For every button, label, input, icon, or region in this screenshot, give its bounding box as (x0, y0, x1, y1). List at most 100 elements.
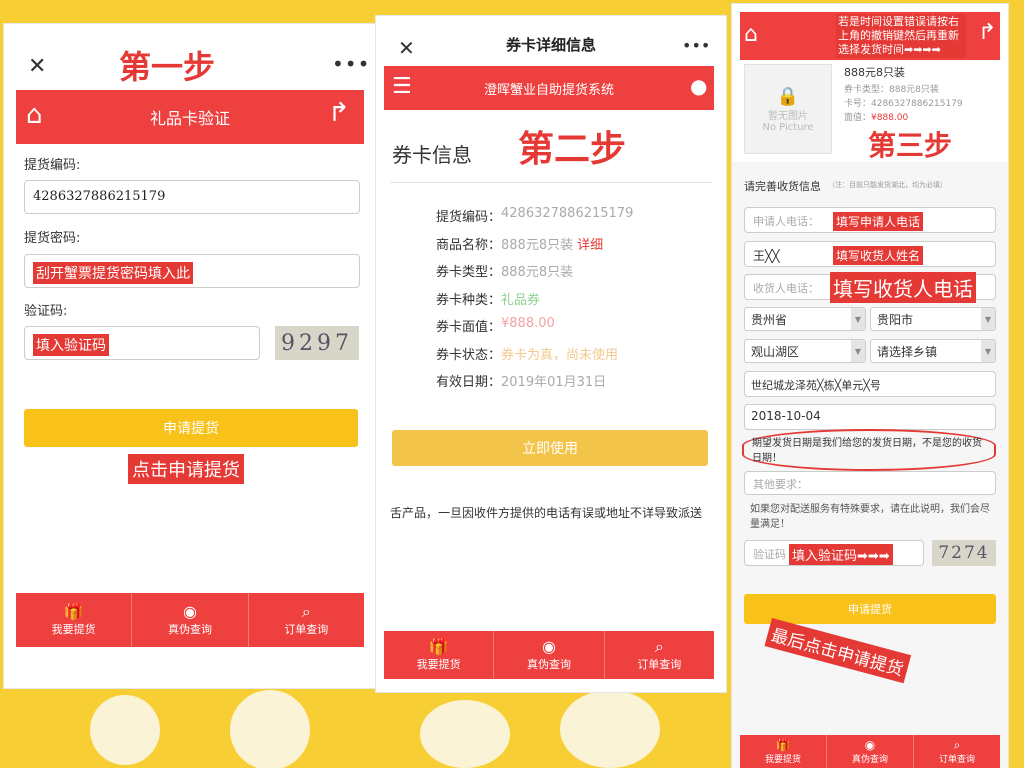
card-info-key: 券卡类型： (436, 265, 502, 280)
more-icon[interactable]: ••• (682, 36, 710, 55)
step-three-label: 第三步 (868, 129, 953, 162)
card-info-key: 提货编码： (436, 210, 502, 225)
password-input[interactable]: 刮开蟹票提货密码填入此 (24, 254, 360, 288)
click-hint: 点击申请提货 (128, 454, 244, 484)
applicant-phone-input[interactable]: 申请人电话： 填写申请人电话 (744, 207, 996, 233)
card-info-row: 券卡状态： 券卡为真，尚未使用 (436, 344, 618, 363)
captcha-image[interactable]: 7274 (932, 540, 996, 566)
service-note: 如果您对配送服务有特殊要求，请在此说明，我们会尽量满足！ (750, 504, 990, 530)
product-name: 888元8只装 (844, 66, 905, 79)
app-title: 澄晖蟹业自助提货系统 (483, 82, 614, 98)
face-value: ¥888.00 (871, 113, 909, 123)
card-number: 卡号：4286327886215179 (844, 99, 963, 109)
nav-verify[interactable]: ◉ 真伪查询 (827, 735, 914, 768)
submit-button[interactable]: 申请提货 (744, 594, 996, 624)
page-title: 礼品卡验证 (149, 109, 230, 128)
captcha-hint: 填入验证码 (33, 334, 109, 356)
bg-decoration (420, 700, 510, 768)
nav-orders[interactable]: ⌕ 订单查询 (249, 593, 364, 647)
step-two-label: 第二步 (518, 129, 627, 170)
nav-verify[interactable]: ◉ 真伪查询 (132, 593, 249, 647)
nav-verify-label: 真伪查询 (526, 658, 571, 671)
eye-icon: ◉ (542, 637, 556, 656)
card-info-value: 4286327886215179 (501, 206, 634, 221)
nav-verify-label: 真伪查询 (167, 623, 212, 636)
gift-icon: 🎁 (63, 602, 84, 621)
captcha-input[interactable]: 验证码 填入验证码➡➡➡ (744, 540, 924, 566)
bottom-nav: 🎁 我要提货 ◉ 真伪查询 ⌕ 订单查询 (384, 631, 714, 679)
card-info-key: 券卡种类： (436, 292, 502, 308)
card-info-row: 提货编码： 4286327886215179 (436, 206, 633, 225)
district-select[interactable]: 观山湖区 ▼ (744, 339, 866, 363)
search-doc-icon: ⌕ (654, 637, 664, 656)
nav-verify[interactable]: ◉ 真伪查询 (494, 631, 605, 679)
date-input[interactable]: 2018-10-04 (744, 404, 996, 430)
card-info-value: 2019年01月31日 (501, 375, 607, 390)
captcha-image[interactable]: 9297 (275, 326, 359, 360)
user-icon[interactable]: ● (690, 74, 707, 98)
code-input[interactable]: 4286327886215179 (24, 180, 360, 214)
bg-decoration (230, 690, 310, 768)
other-requirements-input[interactable]: 其他要求： (744, 471, 996, 495)
address-input[interactable]: 世纪城龙泽苑╳栋╳单元╳号 (744, 371, 996, 397)
card-info-row: 有效日期： 2019年01月31日 (436, 371, 606, 390)
bottom-nav: 🎁 我要提货 ◉ 真伪查询 ⌕ 订单查询 (740, 735, 1000, 768)
step-one-label: 第一步 (119, 48, 216, 86)
password-label: 提货密码: (24, 231, 81, 246)
header-bar: ⌂ 礼品卡验证 ↱ (16, 90, 364, 144)
divider (390, 182, 712, 183)
town-value: 请选择乡镇 (877, 344, 938, 359)
nav-orders-label: 订单查询 (284, 623, 329, 636)
face-value-row: 面值：¥888.00 (844, 110, 908, 123)
applicant-phone-label: 申请人电话： (753, 215, 819, 228)
lock-icon: 🔒 (776, 85, 800, 107)
bg-decoration (560, 690, 660, 768)
nav-buy[interactable]: 🎁 我要提货 (384, 631, 495, 679)
province-select[interactable]: 贵州省 ▼ (744, 307, 866, 331)
receiver-phone-hint: 填写收货人电话 (830, 272, 976, 303)
no-pic-text: 暂无图片 (768, 110, 808, 122)
chevron-down-icon: ▼ (981, 340, 995, 362)
face-value-label: 面值： (844, 113, 872, 123)
share-icon[interactable]: ↱ (328, 98, 350, 128)
screen-step-one: ✕ 第一步 ••• ⌂ 礼品卡验证 ↱ 提货编码: 42863278862151… (4, 24, 376, 688)
screen-step-three: ⌂ 若是时间设置错误请按右上角的撤销键然后再重新选择发货时间➡➡➡➡ ↱ 🔒 暂… (732, 4, 1008, 768)
receiver-name-value: 王╳╳ (753, 249, 780, 263)
more-icon[interactable]: ••• (332, 52, 370, 76)
gift-icon: 🎁 (775, 737, 791, 752)
details-link[interactable]: 详细 (577, 234, 603, 253)
gift-icon: 🎁 (428, 637, 449, 656)
town-select[interactable]: 请选择乡镇 ▼ (870, 339, 996, 363)
use-now-button[interactable]: 立即使用 (392, 430, 708, 466)
receiver-name-input[interactable]: 王╳╳ 填写收货人姓名 (744, 241, 996, 267)
card-type: 券卡类型：888元8只装 (844, 85, 939, 95)
nav-verify-label: 真伪查询 (851, 754, 888, 765)
captcha-label: 验证码: (24, 304, 68, 319)
nav-buy-label: 我要提货 (416, 658, 461, 671)
nav-buy[interactable]: 🎁 我要提货 (740, 735, 827, 768)
card-info-value: 礼品券 (501, 292, 541, 308)
product-image-placeholder: 🔒 暂无图片 No Picture (744, 64, 832, 154)
close-icon[interactable]: ✕ (28, 54, 46, 79)
window-title: 券卡详细信息 (505, 36, 596, 54)
nav-orders[interactable]: ⌕ 订单查询 (914, 735, 1000, 768)
card-info-row: 券卡类型： 888元8只装 (436, 261, 573, 280)
card-info-key: 券卡状态： (436, 347, 502, 363)
form-subtitle: （注：目前只能发货湖北，均为必填） (828, 181, 947, 189)
captcha-input[interactable]: 填入验证码 (24, 326, 260, 360)
card-info-value: 券卡为真，尚未使用 (501, 347, 619, 363)
eye-icon: ◉ (183, 602, 197, 621)
eye-icon: ◉ (864, 737, 876, 752)
city-select[interactable]: 贵阳市 ▼ (870, 307, 996, 331)
nav-buy[interactable]: 🎁 我要提货 (16, 593, 133, 647)
submit-button[interactable]: 申请提货 (24, 409, 358, 447)
card-info-key: 券卡面值： (436, 320, 502, 335)
captcha-label: 验证码 (753, 548, 786, 561)
nav-orders[interactable]: ⌕ 订单查询 (605, 631, 714, 679)
home-icon[interactable]: ⌂ (744, 22, 758, 47)
date-note: 期望发货日期是我们给您的发货日期，不是您的收货日期！ (752, 438, 982, 464)
card-info-row: 商品名称： 888元8只装 详细 (436, 234, 603, 253)
undo-icon[interactable]: ↱ (978, 20, 996, 45)
section-title: 券卡信息 (392, 143, 472, 167)
receiver-name-hint: 填写收货人姓名 (833, 246, 924, 265)
